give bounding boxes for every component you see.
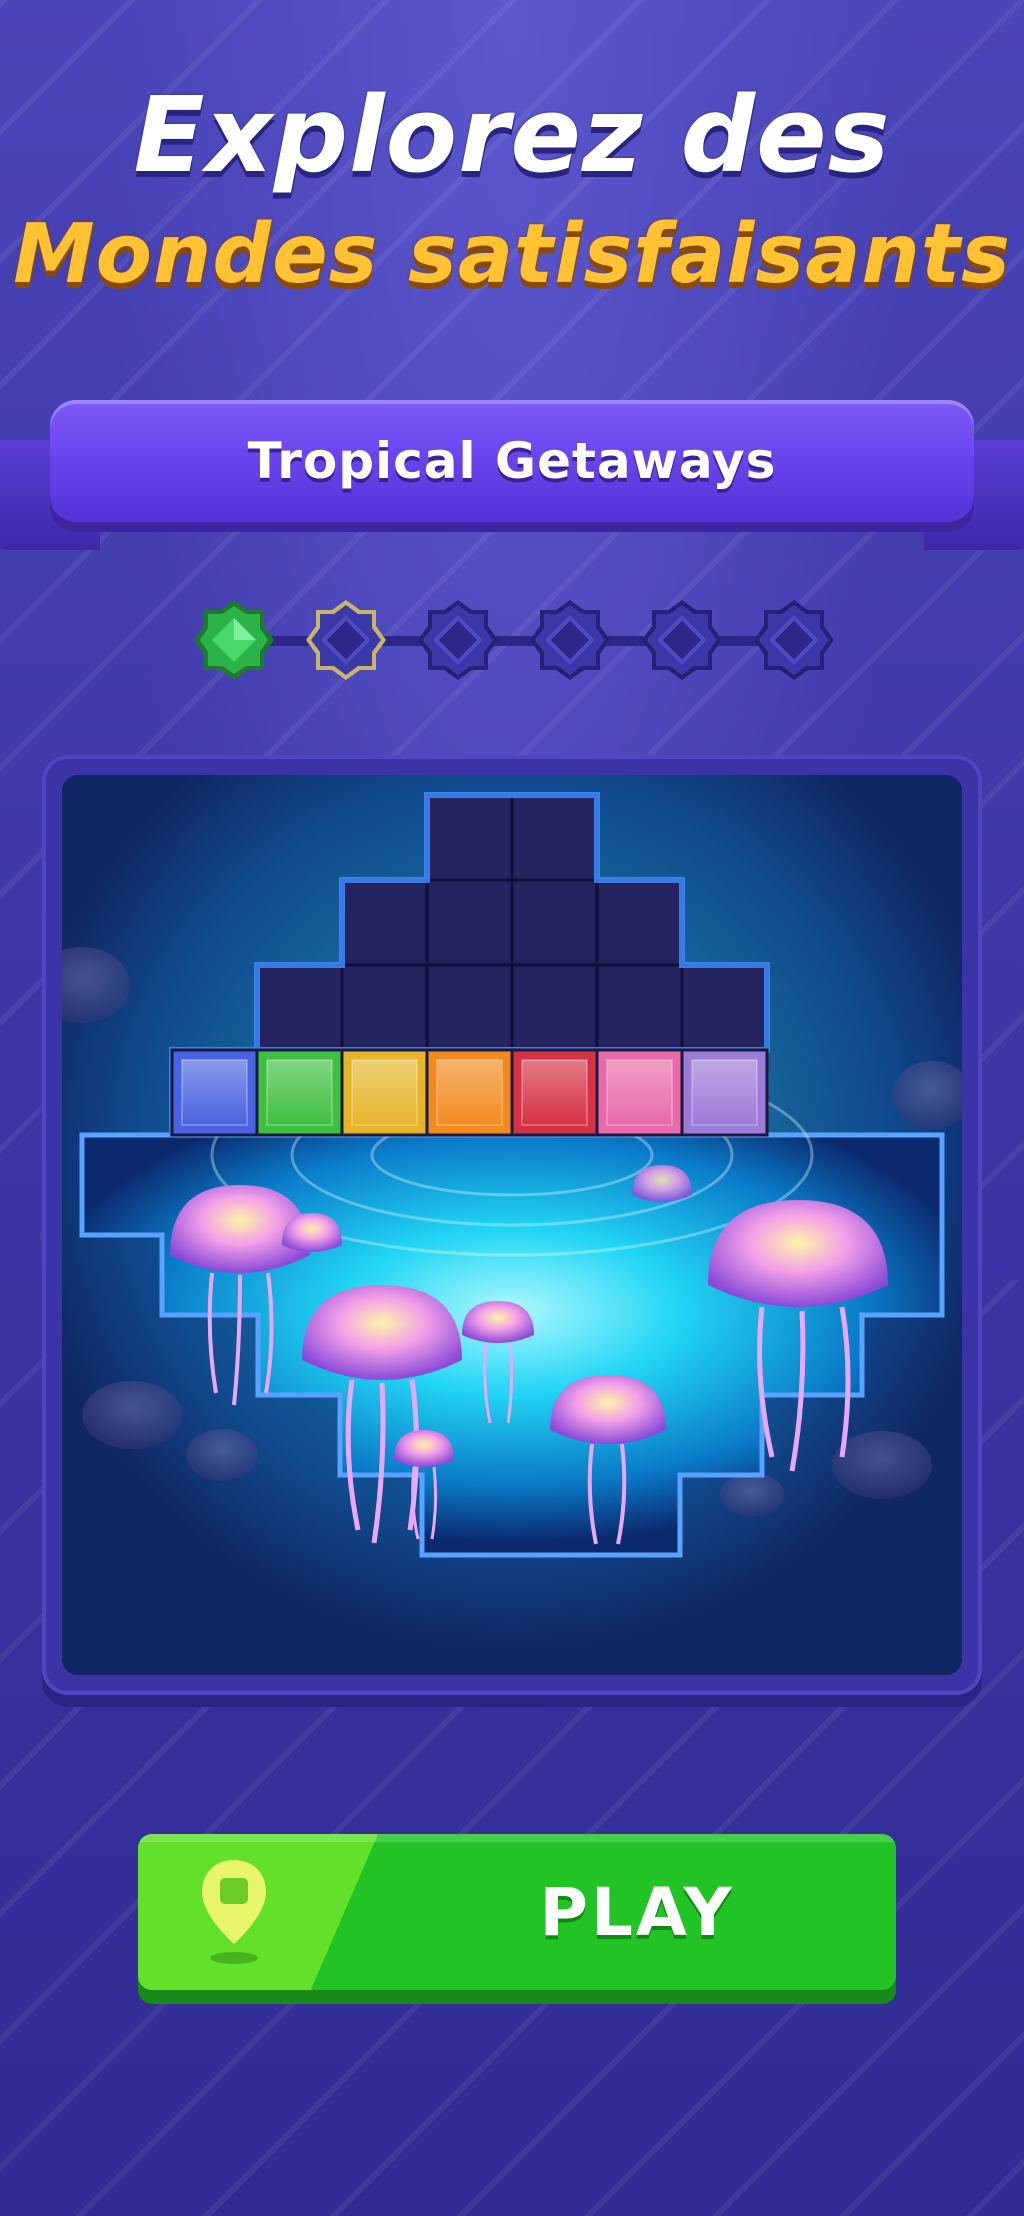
board-side-tab-right <box>984 1200 1024 1280</box>
play-button-label: PLAY <box>539 1873 735 1951</box>
world-name-banner: Tropical Getaways <box>50 400 974 522</box>
colored-block <box>510 1048 599 1137</box>
board-side-tab-left <box>0 1200 40 1280</box>
current-level-badge-icon[interactable] <box>302 596 390 684</box>
locked-level-badge-icon[interactable] <box>526 596 614 684</box>
colored-block <box>255 1048 344 1137</box>
map-pin-icon <box>202 1860 266 1964</box>
colored-block <box>425 1048 514 1137</box>
level-progress <box>190 590 840 690</box>
colored-block <box>595 1048 684 1137</box>
locked-level-badge-icon[interactable] <box>414 596 502 684</box>
locked-level-badge-icon[interactable] <box>638 596 726 684</box>
puzzle-board[interactable] <box>62 775 962 1675</box>
jellyfish-scene <box>62 775 962 1675</box>
green-gem-icon[interactable] <box>190 596 278 684</box>
play-button[interactable]: PLAY <box>138 1834 896 1990</box>
title-line-1: Explorez des <box>133 74 891 196</box>
colored-block <box>340 1048 429 1137</box>
page-title: Explorez des Mondes satisfaisants <box>0 70 1024 310</box>
world-name-label: Tropical Getaways <box>247 432 777 490</box>
title-line-2: Mondes satisfaisants <box>13 207 1011 302</box>
colored-block <box>170 1048 259 1137</box>
colored-block <box>680 1048 769 1137</box>
locked-level-badge-icon[interactable] <box>750 596 838 684</box>
placed-block-row <box>170 1048 769 1137</box>
